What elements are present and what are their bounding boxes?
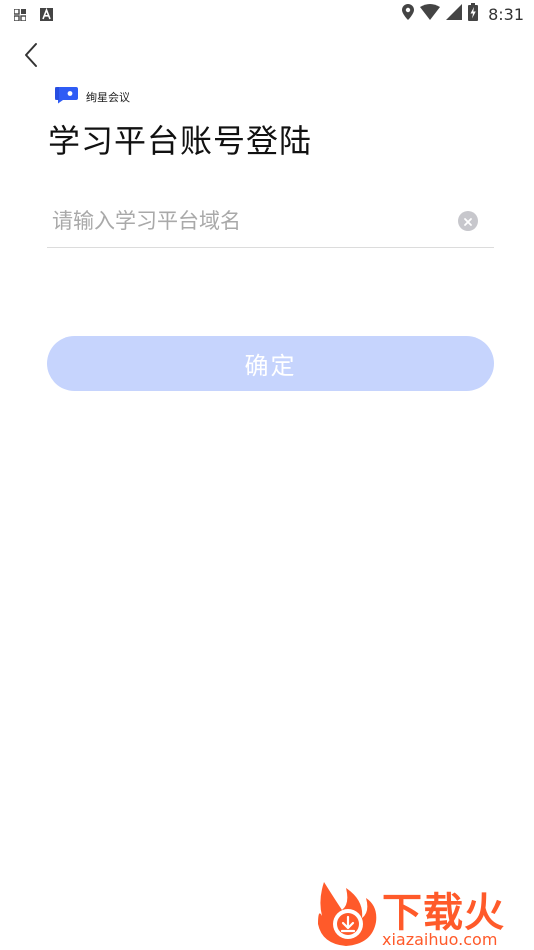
wifi-icon: [420, 4, 441, 24]
battery-charging-icon: [468, 3, 479, 25]
back-button[interactable]: [16, 42, 46, 72]
page-title: 学习平台账号登陆: [48, 122, 313, 160]
chevron-left-icon: [23, 42, 39, 72]
watermark: 下载火 xiazaihuo.com: [316, 878, 530, 950]
domain-field: [47, 196, 494, 248]
meeting-logo-icon: [55, 86, 79, 108]
grid-notification-icon: [13, 6, 27, 25]
watermark-url: xiazaihuo.com: [382, 930, 498, 949]
clear-circle-icon: [463, 212, 473, 231]
brand-logo: 绚星会议: [55, 86, 130, 108]
domain-input[interactable]: [52, 204, 442, 238]
location-icon: [402, 4, 415, 24]
status-bar: 8:31: [0, 0, 534, 28]
brand-name: 绚星会议: [86, 91, 130, 104]
confirm-button[interactable]: 确定: [47, 336, 494, 391]
signal-icon: [446, 4, 463, 24]
text-a-notification-icon: [40, 6, 53, 25]
status-time: 8:31: [488, 4, 524, 24]
flame-logo-icon: [316, 878, 380, 950]
clear-button[interactable]: [458, 211, 478, 231]
